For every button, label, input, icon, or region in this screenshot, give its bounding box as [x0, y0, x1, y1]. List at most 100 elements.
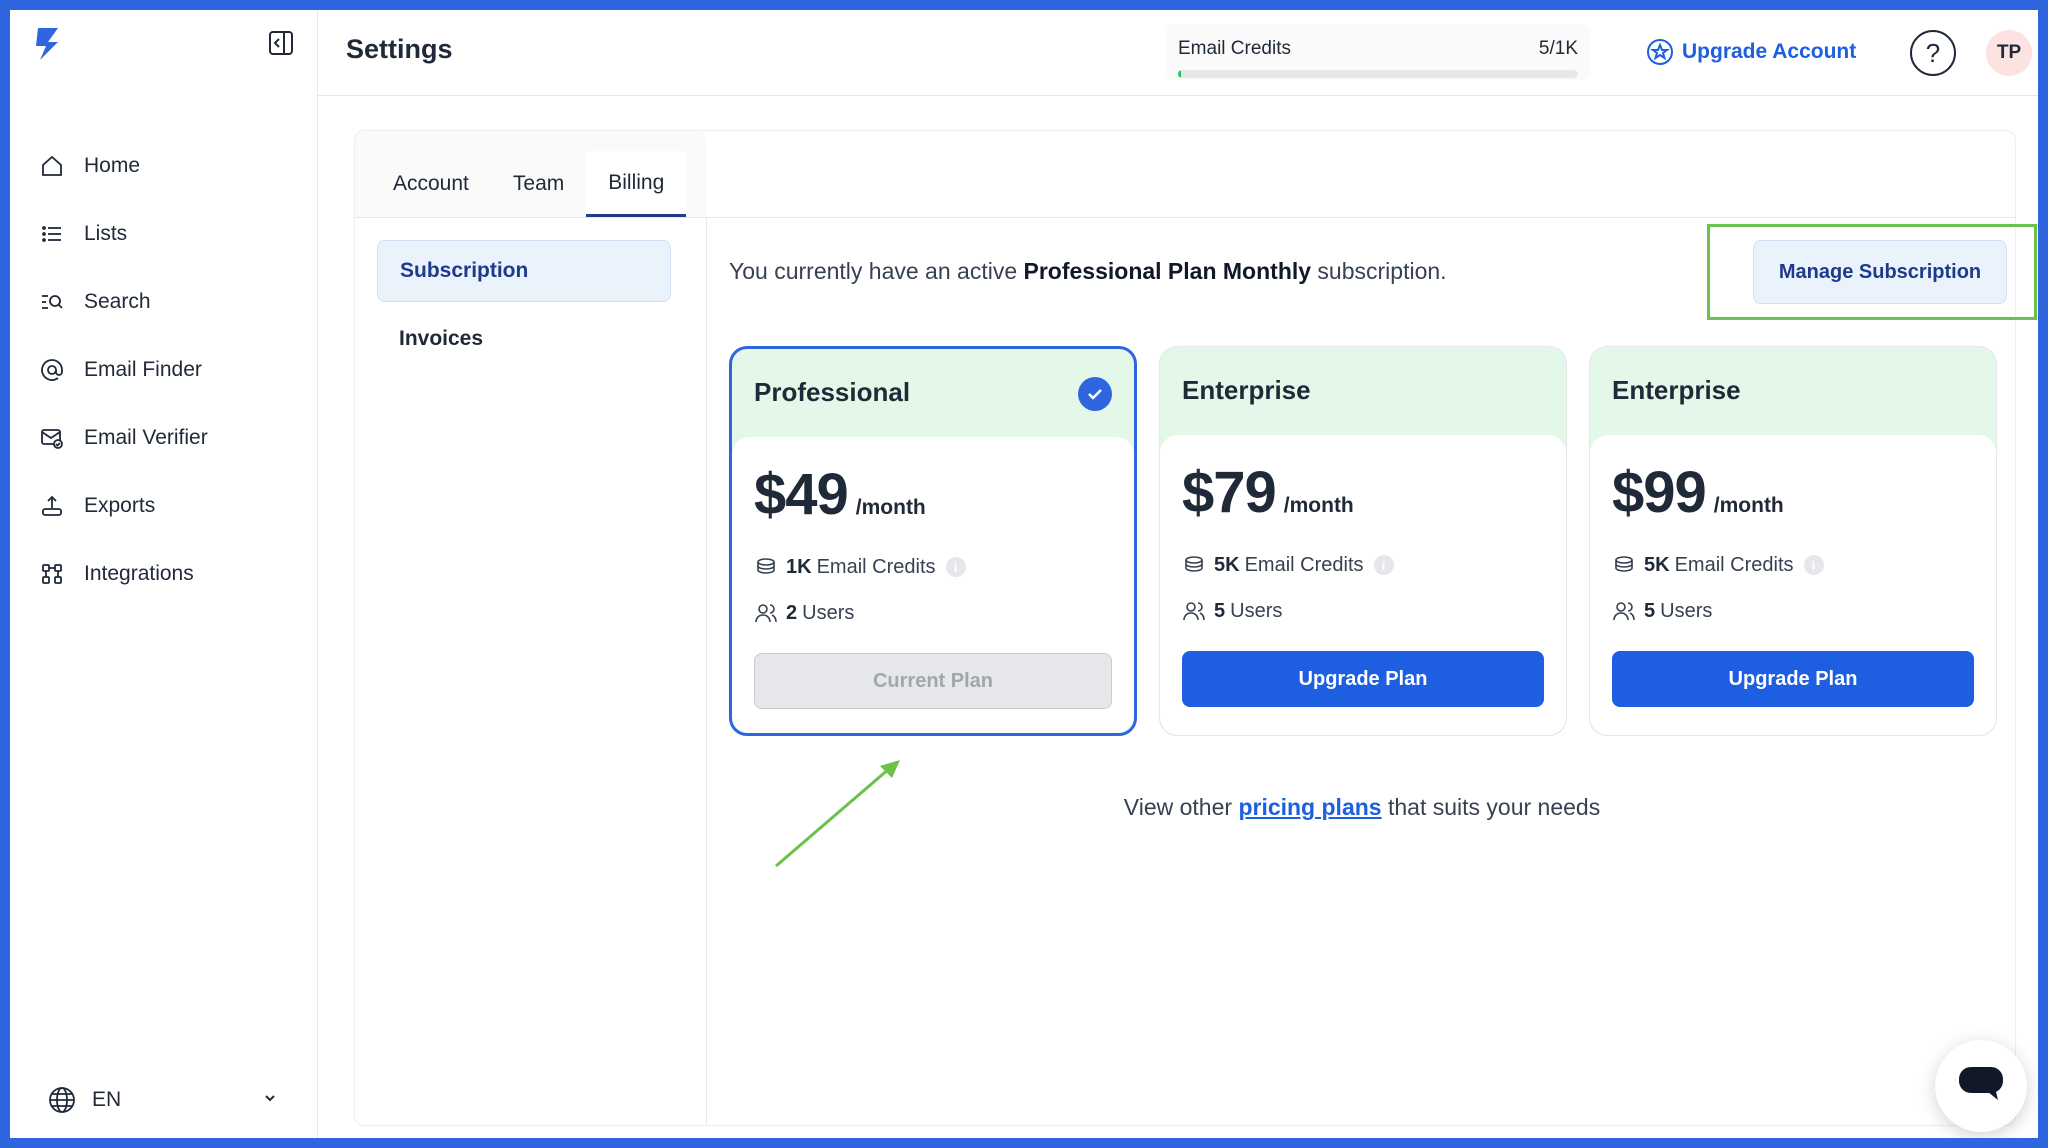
users-label: Users	[1660, 599, 1713, 622]
sidebar-item-label: Lists	[84, 222, 128, 245]
credits-label: Email Credits	[1674, 553, 1794, 576]
price-period: /month	[855, 496, 926, 519]
email-credits-value: 5/1K	[1538, 38, 1578, 59]
plan-card-enterprise: Enterprise $99 /month 5K Email Credits i	[1589, 346, 1997, 736]
tab-account[interactable]: Account	[371, 151, 491, 217]
plan-name: Enterprise	[1182, 375, 1311, 405]
other-plans-prefix: View other	[1123, 794, 1239, 820]
users-amount: 2	[786, 601, 798, 624]
subscription-content: You currently have an active Professiona…	[707, 218, 2037, 1125]
sidebar-item-home[interactable]: Home	[10, 132, 318, 200]
sidebar-item-search[interactable]: Search	[10, 268, 318, 336]
plan-price: $49 /month	[754, 461, 926, 528]
users-icon	[1612, 599, 1636, 623]
subscription-plan-name: Professional Plan Monthly	[1023, 258, 1312, 284]
plan-body: $49 /month 1K Email Credits i 2 Users Cu…	[732, 437, 1134, 733]
sidebar-item-label: Home	[84, 154, 141, 177]
users-amount: 5	[1214, 599, 1226, 622]
tab-team[interactable]: Team	[491, 151, 586, 217]
feature-users: 2 Users	[754, 601, 854, 625]
settings-tabs: Account Team Billing	[355, 131, 707, 217]
plan-price: $99 /month	[1612, 459, 1784, 526]
help-icon: ?	[1925, 37, 1941, 68]
upgrade-account-label: Upgrade Account	[1682, 40, 1857, 63]
subscription-text-suffix: subscription.	[1311, 258, 1447, 284]
price-amount: $79	[1182, 460, 1277, 525]
info-icon[interactable]: i	[1803, 555, 1824, 575]
sidebar-nav: Home Lists Search Email Finder Email Ver…	[10, 132, 318, 608]
avatar[interactable]: TP	[1986, 30, 2032, 76]
email-credits-progress-fill	[1178, 70, 1182, 78]
feature-users: 5 Users	[1182, 599, 1282, 623]
tab-billing[interactable]: Billing	[586, 151, 687, 217]
sidebar-item-email-finder[interactable]: Email Finder	[10, 336, 318, 404]
upgrade-account-button[interactable]: Upgrade Account	[1646, 38, 1856, 66]
email-credits-progress-bar	[1178, 70, 1578, 78]
feature-users: 5 Users	[1612, 599, 1712, 623]
credits-label: Email Credits	[1244, 553, 1364, 576]
sidebar-item-exports[interactable]: Exports	[10, 472, 318, 540]
feature-credits: 1K Email Credits i	[754, 555, 966, 579]
coins-icon	[1182, 553, 1206, 577]
integrations-icon	[38, 560, 66, 588]
sidebar: Home Lists Search Email Finder Email Ver…	[10, 10, 318, 1138]
upgrade-plan-button[interactable]: Upgrade Plan	[1612, 651, 1974, 707]
sidebar-item-label: Exports	[84, 494, 156, 517]
plan-name: Enterprise	[1612, 375, 1741, 405]
check-circle-icon	[1078, 377, 1112, 411]
search-icon	[38, 288, 66, 316]
plan-body: $79 /month 5K Email Credits i 5 Users Up…	[1160, 435, 1566, 735]
language-label: EN	[92, 1088, 122, 1111]
upgrade-plan-button[interactable]: Upgrade Plan	[1182, 651, 1544, 707]
sidebar-item-label: Email Verifier	[84, 426, 208, 449]
export-icon	[38, 492, 66, 520]
users-label: Users	[1230, 599, 1283, 622]
sidebar-item-lists[interactable]: Lists	[10, 200, 318, 268]
subscription-status-text: You currently have an active Professiona…	[729, 258, 1447, 285]
other-plans-suffix: that suits your needs	[1381, 794, 1601, 820]
credits-amount: 1K	[786, 555, 812, 578]
credits-label: Email Credits	[816, 555, 936, 578]
current-plan-button[interactable]: Current Plan	[754, 653, 1112, 709]
collapse-sidebar-icon[interactable]	[266, 28, 296, 58]
plan-card-enterprise: Enterprise $79 /month 5K Email Credits i	[1159, 346, 1567, 736]
users-icon	[754, 601, 778, 625]
price-amount: $49	[754, 462, 849, 527]
email-credits-meter: Email Credits 5/1K	[1166, 24, 1590, 80]
feature-credits: 5K Email Credits i	[1612, 553, 1824, 577]
chevron-down-icon	[262, 1088, 278, 1112]
subnav-subscription[interactable]: Subscription	[377, 240, 671, 302]
coins-icon	[1612, 553, 1636, 577]
sidebar-item-integrations[interactable]: Integrations	[10, 540, 318, 608]
price-period: /month	[1283, 494, 1354, 517]
users-amount: 5	[1644, 599, 1656, 622]
page-title: Settings	[346, 34, 453, 64]
sidebar-item-label: Integrations	[84, 562, 194, 585]
pricing-plans-link[interactable]: pricing plans	[1238, 794, 1381, 820]
subnav-invoices[interactable]: Invoices	[377, 308, 671, 370]
billing-subnav: Subscription Invoices	[355, 218, 707, 1125]
help-button[interactable]: ?	[1910, 30, 1956, 76]
info-icon[interactable]: i	[945, 557, 966, 577]
home-icon	[38, 152, 66, 180]
plan-card-professional: Professional $49 /month 1K Email Credits…	[729, 346, 1137, 736]
language-selector[interactable]: EN	[48, 1080, 278, 1120]
price-amount: $99	[1612, 460, 1707, 525]
chat-widget-button[interactable]	[1935, 1040, 2027, 1132]
mail-check-icon	[38, 424, 66, 452]
coins-icon	[754, 555, 778, 579]
globe-icon	[48, 1086, 76, 1114]
credits-amount: 5K	[1214, 553, 1240, 576]
credits-amount: 5K	[1644, 553, 1670, 576]
settings-panel: Account Team Billing Subscription Invoic…	[354, 130, 2037, 1126]
info-icon[interactable]: i	[1373, 555, 1394, 575]
sidebar-item-email-verifier[interactable]: Email Verifier	[10, 404, 318, 472]
plan-name: Professional	[754, 377, 911, 407]
sidebar-item-label: Email Finder	[84, 358, 202, 381]
subscription-text-prefix: You currently have an active	[729, 258, 1024, 284]
app-logo[interactable]	[28, 24, 68, 64]
manage-subscription-button[interactable]: Manage Subscription	[1753, 240, 2007, 304]
list-icon	[38, 220, 66, 248]
feature-credits: 5K Email Credits i	[1182, 553, 1394, 577]
users-label: Users	[802, 601, 855, 624]
